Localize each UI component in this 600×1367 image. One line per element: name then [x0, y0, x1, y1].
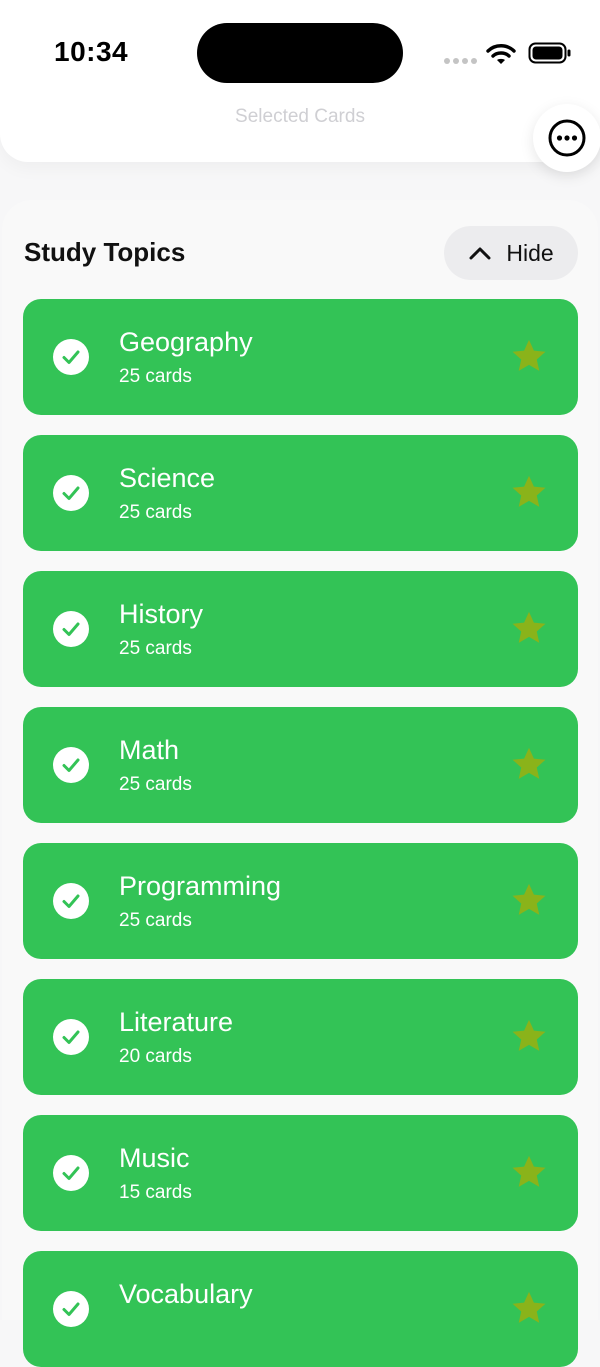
checkmark-icon	[62, 622, 80, 636]
topic-name: Music	[119, 1143, 190, 1173]
star-icon[interactable]	[510, 745, 548, 783]
checkmark-circle-icon[interactable]	[53, 1019, 89, 1055]
topic-card-count: 20 cards	[119, 1046, 192, 1067]
dynamic-island	[197, 23, 403, 83]
topic-name: Science	[119, 463, 216, 493]
star-icon[interactable]	[510, 1153, 548, 1191]
topic-card-geography[interactable]: Geography 25 cards	[23, 299, 578, 415]
topic-name: Literature	[119, 1007, 234, 1037]
topic-name: Programming	[119, 871, 282, 901]
topic-name: Math	[119, 735, 180, 765]
checkmark-circle-icon[interactable]	[53, 1291, 89, 1327]
hide-label: Hide	[506, 239, 554, 266]
status-time: 10:34	[54, 36, 129, 67]
chevron-up-icon	[469, 247, 491, 260]
checkmark-circle-icon[interactable]	[53, 883, 89, 919]
star-icon[interactable]	[510, 1289, 548, 1327]
cellular-signal-icon	[444, 58, 477, 64]
selected-cards-label: Selected Cards	[235, 106, 365, 127]
status-bar: 10:34	[0, 0, 600, 100]
star-icon[interactable]	[510, 881, 548, 919]
star-icon[interactable]	[510, 473, 548, 511]
section-title: Study Topics	[24, 237, 186, 267]
topic-name: History	[119, 599, 204, 629]
checkmark-icon	[62, 894, 80, 908]
checkmark-circle-icon[interactable]	[53, 339, 89, 375]
checkmark-icon	[62, 758, 80, 772]
topic-card-count: 25 cards	[119, 910, 192, 931]
hide-button[interactable]: Hide	[444, 226, 578, 280]
topic-card-science[interactable]: Science 25 cards	[23, 435, 578, 551]
checkmark-circle-icon[interactable]	[53, 747, 89, 783]
topic-card-count: 25 cards	[119, 638, 192, 659]
topic-card-programming[interactable]: Programming 25 cards	[23, 843, 578, 959]
topic-card-count: 25 cards	[119, 774, 192, 795]
battery-icon	[528, 42, 571, 64]
topic-name: Geography	[119, 327, 253, 357]
checkmark-circle-icon[interactable]	[53, 475, 89, 511]
topic-card-math[interactable]: Math 25 cards	[23, 707, 578, 823]
checkmark-icon	[62, 350, 80, 364]
topic-card-count: 25 cards	[119, 502, 192, 523]
star-icon[interactable]	[510, 337, 548, 375]
star-icon[interactable]	[510, 609, 548, 647]
checkmark-icon	[62, 1166, 80, 1180]
topic-card-vocabulary[interactable]: Vocabulary	[23, 1251, 578, 1367]
more-options-button[interactable]	[533, 104, 600, 172]
topic-card-music[interactable]: Music 15 cards	[23, 1115, 578, 1231]
ellipsis-circle-icon	[548, 119, 586, 157]
wifi-icon	[486, 44, 516, 64]
topic-card-history[interactable]: History 25 cards	[23, 571, 578, 687]
topic-card-count: 15 cards	[119, 1182, 192, 1203]
checkmark-icon	[62, 486, 80, 500]
checkmark-circle-icon[interactable]	[53, 1155, 89, 1191]
star-icon[interactable]	[510, 1017, 548, 1055]
topic-name: Vocabulary	[119, 1279, 253, 1309]
topic-card-count: 25 cards	[119, 366, 192, 387]
checkmark-icon	[62, 1302, 80, 1316]
checkmark-circle-icon[interactable]	[53, 611, 89, 647]
checkmark-icon	[62, 1030, 80, 1044]
topic-card-literature[interactable]: Literature 20 cards	[23, 979, 578, 1095]
